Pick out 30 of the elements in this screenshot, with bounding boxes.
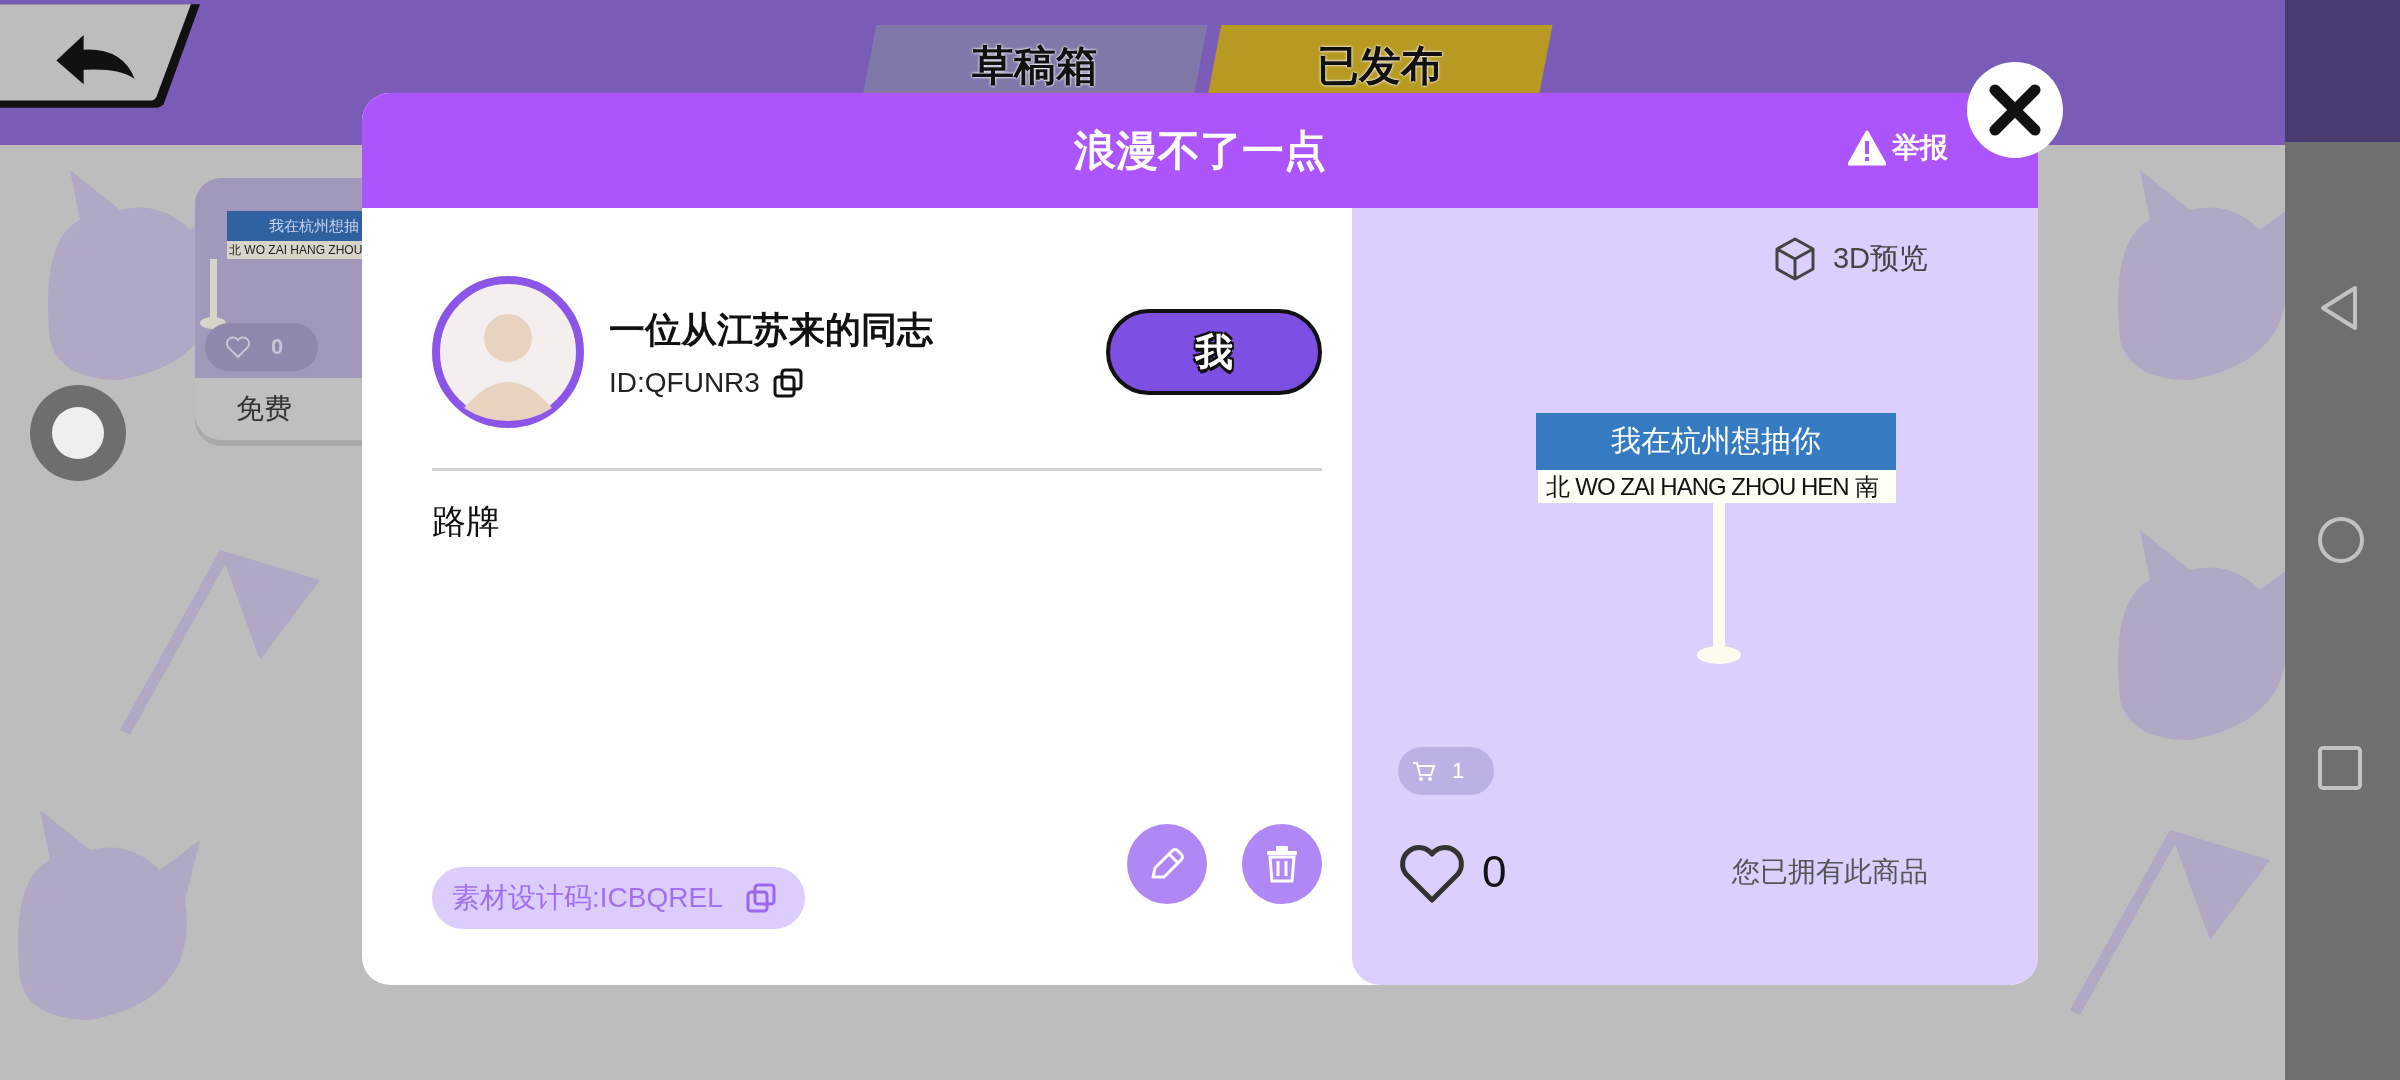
sign-direction: 北: [1546, 471, 1569, 502]
sign-direction: 南: [1855, 471, 1878, 502]
cart-count: 1: [1452, 758, 1465, 784]
joystick[interactable]: [30, 385, 126, 481]
report-button[interactable]: 举报: [1848, 129, 1948, 167]
heart-icon: [225, 335, 251, 359]
relation-button[interactable]: 我: [1106, 309, 1322, 395]
dialog-title: 浪漫不了一点: [1074, 125, 1326, 176]
sign-title: 我在杭州想抽: [227, 211, 362, 241]
close-icon: [1987, 82, 2043, 138]
warning-icon: [1848, 130, 1886, 166]
sign-subtitle: 北 WO ZAI HANG ZHOU: [227, 241, 362, 259]
price-label: 免费: [235, 392, 292, 426]
avatar[interactable]: [432, 276, 584, 428]
sign-pole-icon: [200, 259, 226, 329]
ownership-status: 您已拥有此商品: [1732, 855, 1928, 889]
trash-icon: [1264, 845, 1300, 883]
copy-icon[interactable]: [771, 366, 804, 399]
preview-3d-button[interactable]: 3D预览: [1772, 236, 1928, 282]
design-code: 素材设计码:ICBQREL: [452, 881, 723, 915]
author-id: ID:QFUNR3: [609, 366, 760, 399]
cart-icon: [1412, 760, 1436, 782]
home-icon[interactable]: [2317, 516, 2365, 564]
author-name: 一位从江苏来的同志: [609, 307, 934, 352]
sign-title: 我在杭州想抽你: [1536, 413, 1896, 470]
like-count: 0: [271, 334, 284, 360]
item-description: 路牌: [432, 502, 500, 540]
recents-icon[interactable]: [2317, 745, 2363, 791]
sign-pinyin: WO ZAI HANG ZHOU HEN: [1575, 472, 1849, 501]
like-count: 0: [1482, 847, 1507, 897]
